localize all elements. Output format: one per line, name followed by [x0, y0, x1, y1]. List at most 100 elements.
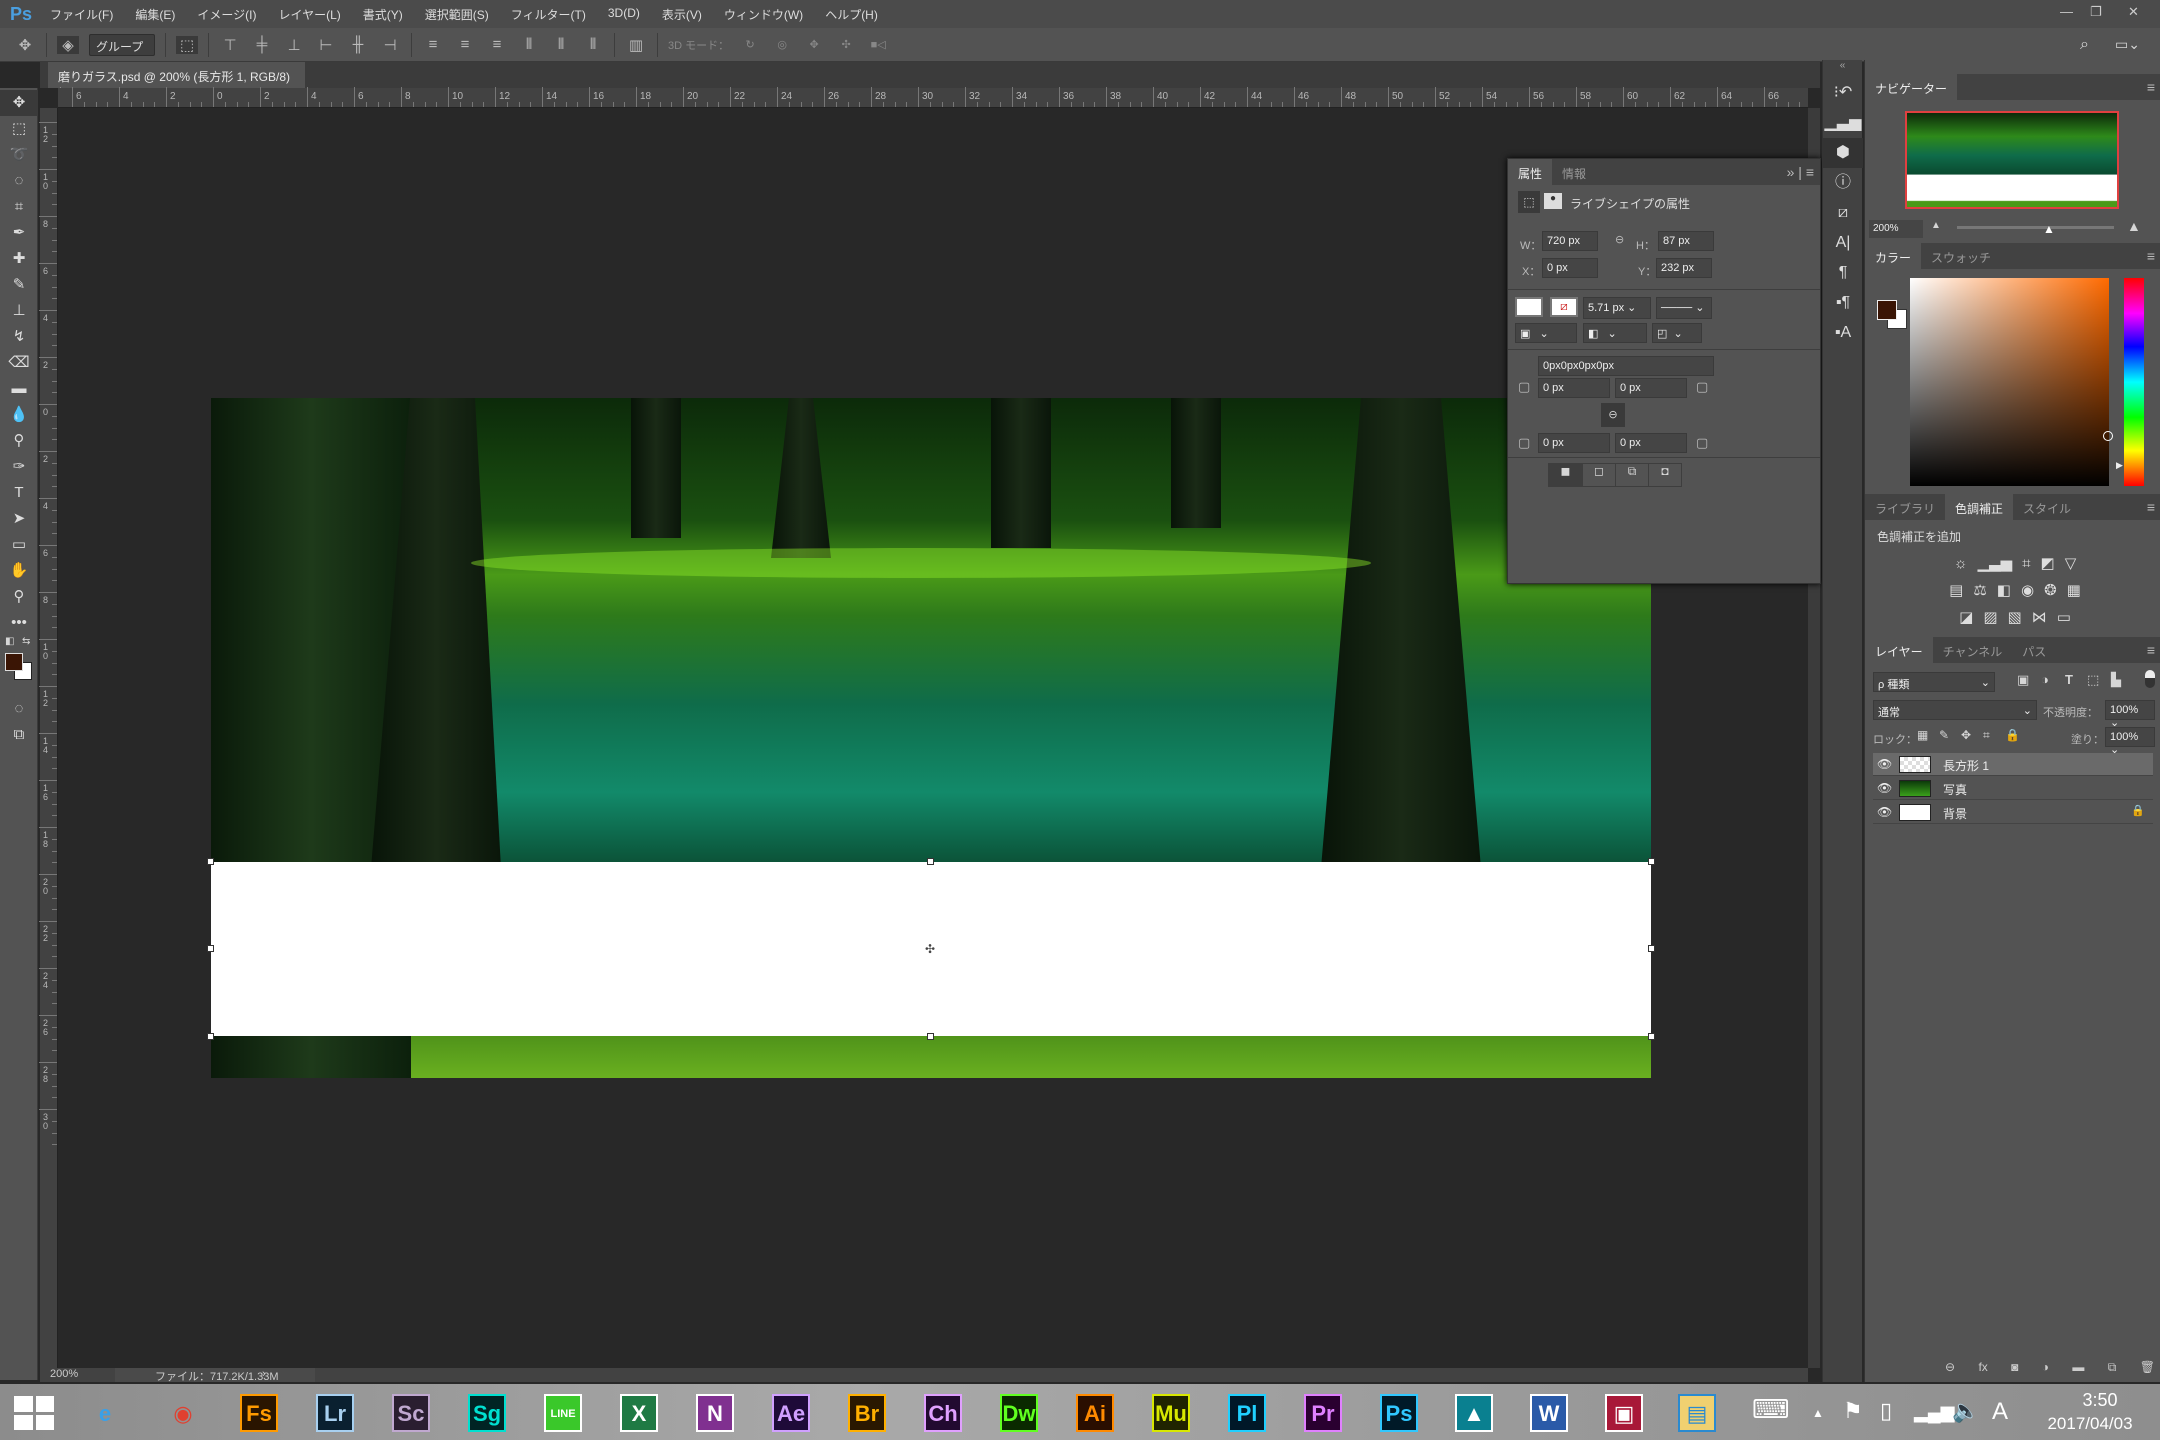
link-layers-icon[interactable]: ⊖: [1945, 1360, 1955, 1375]
visibility-eye-icon[interactable]: 👁: [1877, 805, 1892, 819]
color-picker-cursor[interactable]: [2103, 431, 2113, 441]
transform-controls-toggle[interactable]: ⬚: [176, 35, 198, 54]
visibility-eye-icon[interactable]: 👁: [1877, 757, 1892, 771]
paragraph-styles-icon[interactable]: ▪¶: [1823, 288, 1863, 318]
ime-indicator[interactable]: A: [1992, 1398, 2008, 1426]
start-button[interactable]: [14, 1396, 54, 1430]
color-lookup-icon[interactable]: ▦: [2067, 582, 2081, 599]
filter-pixel-icon[interactable]: ▣: [2017, 672, 2029, 688]
exposure-icon[interactable]: ◩: [2041, 555, 2055, 572]
auto-select-toggle[interactable]: ◈: [57, 35, 79, 54]
file-explorer-taskbar-icon[interactable]: ▤: [1678, 1394, 1716, 1432]
lock-transparent-icon[interactable]: ▦: [1917, 728, 1928, 742]
premiere-taskbar-icon[interactable]: Pr: [1304, 1394, 1342, 1432]
word-taskbar-icon[interactable]: W: [1530, 1394, 1568, 1432]
move-tool-preset-icon[interactable]: ✥: [14, 36, 36, 54]
threshold-icon[interactable]: ▧: [2008, 609, 2022, 626]
lock-position-icon[interactable]: ✥: [1961, 728, 1971, 742]
invert-icon[interactable]: ◪: [1959, 609, 1973, 626]
default-colors-icon[interactable]: ◧: [5, 636, 14, 647]
quick-select-tool-icon[interactable]: ◌: [0, 168, 38, 194]
link-dimensions-icon[interactable]: ⊖: [1615, 233, 1624, 246]
3d-slide-icon[interactable]: ✣: [835, 38, 857, 51]
quick-mask-icon[interactable]: ◌: [0, 696, 38, 722]
height-field[interactable]: 87 px: [1658, 231, 1714, 251]
filter-adjustment-icon[interactable]: ◑: [2041, 672, 2049, 687]
subtract-shape-icon[interactable]: ◻: [1582, 464, 1615, 486]
auto-select-dropdown[interactable]: グループ ⌄: [89, 33, 155, 69]
transform-handle[interactable]: [1648, 1033, 1655, 1040]
foreground-color-swatch[interactable]: [5, 653, 23, 671]
photos-taskbar-icon[interactable]: ▲: [1455, 1394, 1493, 1432]
align-vcenter-icon[interactable]: ╪: [251, 36, 273, 53]
top-right-radius-field[interactable]: 0 px: [1615, 378, 1687, 398]
distribute-bottom-icon[interactable]: ≡: [486, 36, 508, 53]
align-hcenter-icon[interactable]: ╫: [347, 36, 369, 53]
transform-handle[interactable]: [1648, 858, 1655, 865]
menu-item[interactable]: イメージ(I): [197, 6, 256, 23]
menu-item[interactable]: 選択範囲(S): [425, 6, 489, 23]
lock-artboard-icon[interactable]: ⌗: [1983, 728, 1990, 743]
restore-button[interactable]: ❐: [2090, 4, 2102, 20]
transform-handle[interactable]: [207, 858, 214, 865]
corner-radius-all-field[interactable]: 0px0px0px0px: [1538, 356, 1714, 376]
panel-menu-icon[interactable]: ≡: [2147, 642, 2155, 658]
photo-filter-icon[interactable]: ◉: [2021, 582, 2034, 599]
collapse-arrow-icon[interactable]: «: [1823, 60, 1862, 78]
menu-item[interactable]: レイヤー(L): [278, 6, 340, 23]
panel-menu-icon[interactable]: ≡: [2147, 499, 2155, 515]
bottom-left-radius-field[interactable]: 0 px: [1538, 433, 1610, 453]
menu-item[interactable]: 表示(V): [662, 6, 702, 23]
zoom-tool-icon[interactable]: ⚲: [0, 584, 38, 610]
vibrance-icon[interactable]: ▽: [2065, 555, 2077, 572]
bridge-taskbar-icon[interactable]: Br: [848, 1394, 886, 1432]
gradient-map-icon[interactable]: ▭: [2057, 609, 2071, 626]
filter-smart-object-icon[interactable]: ▙: [2111, 672, 2121, 688]
path-select-tool-icon[interactable]: ➤: [0, 506, 38, 532]
combine-shapes-icon[interactable]: ◼: [1549, 464, 1582, 486]
muse-taskbar-icon[interactable]: Mu: [1152, 1394, 1190, 1432]
3d-pan-icon[interactable]: ✥: [803, 38, 825, 51]
stamp-tool-icon[interactable]: ⊥: [0, 298, 38, 324]
new-layer-icon[interactable]: ⧉: [2108, 1360, 2117, 1375]
clock-time[interactable]: 3:50: [2060, 1390, 2140, 1411]
blur-tool-icon[interactable]: 💧: [0, 402, 38, 428]
tab-properties[interactable]: 属性: [1508, 159, 1553, 185]
prelude-taskbar-icon[interactable]: Pl: [1228, 1394, 1266, 1432]
fill-color-swatch[interactable]: [1515, 297, 1543, 317]
opacity-field[interactable]: 100% ⌄: [2105, 700, 2155, 729]
volume-icon[interactable]: 🔈: [1952, 1398, 1979, 1424]
tab-swatches[interactable]: スウォッチ: [1921, 243, 2001, 269]
navigator-zoom-slider[interactable]: [1957, 226, 2114, 229]
shape-properties-icon[interactable]: ⬚: [1518, 191, 1540, 213]
distribute-hcenter-icon[interactable]: ⦀: [550, 36, 572, 53]
panel-collapse-menu-icon[interactable]: » | ≡: [1787, 164, 1814, 180]
transform-handle[interactable]: [927, 858, 934, 865]
tab-adjustments[interactable]: 色調補正: [1945, 494, 2014, 520]
swap-colors-icon[interactable]: ⇆: [22, 636, 30, 647]
black-white-icon[interactable]: ◧: [1997, 582, 2011, 599]
internet-explorer-taskbar-icon[interactable]: e: [86, 1394, 124, 1432]
stroke-color-swatch[interactable]: ⧄: [1550, 297, 1578, 317]
character-animator-taskbar-icon[interactable]: Ch: [924, 1394, 962, 1432]
eyedropper-tool-icon[interactable]: ✒: [0, 220, 38, 246]
filter-toggle[interactable]: [2145, 670, 2155, 688]
dreamweaver-taskbar-icon[interactable]: Dw: [1000, 1394, 1038, 1432]
layer-row[interactable]: 👁 背景 🔒: [1873, 801, 2153, 824]
history-icon[interactable]: ⁝↶: [1823, 78, 1863, 108]
info-icon[interactable]: ⓘ: [1823, 168, 1863, 198]
horizontal-ruler[interactable]: 6 4 2 0 2 4 6 8 10 12 14 16 18 20 22 24 26 28 30 32 34 36 38 40…: [58, 87, 1808, 108]
pen-tool-icon[interactable]: ✑: [0, 454, 38, 480]
histogram-icon[interactable]: ▁▃▅: [1823, 108, 1863, 138]
fuse-taskbar-icon[interactable]: Fs: [240, 1394, 278, 1432]
posterize-icon[interactable]: ▨: [1983, 609, 1997, 626]
minimize-button[interactable]: —: [2060, 4, 2073, 19]
color-balance-icon[interactable]: ⚖: [1973, 582, 1986, 599]
stroke-align-dropdown[interactable]: ▣ ⌄: [1515, 323, 1577, 343]
crop-tool-icon[interactable]: ⌗: [0, 194, 38, 220]
selective-color-icon[interactable]: ⋈: [2032, 609, 2047, 626]
align-left-icon[interactable]: ⊢: [315, 36, 337, 54]
zoom-level[interactable]: 200%: [50, 1368, 78, 1380]
tab-color[interactable]: カラー: [1865, 243, 1922, 269]
hue-slider-thumb[interactable]: ▶: [2116, 460, 2123, 471]
